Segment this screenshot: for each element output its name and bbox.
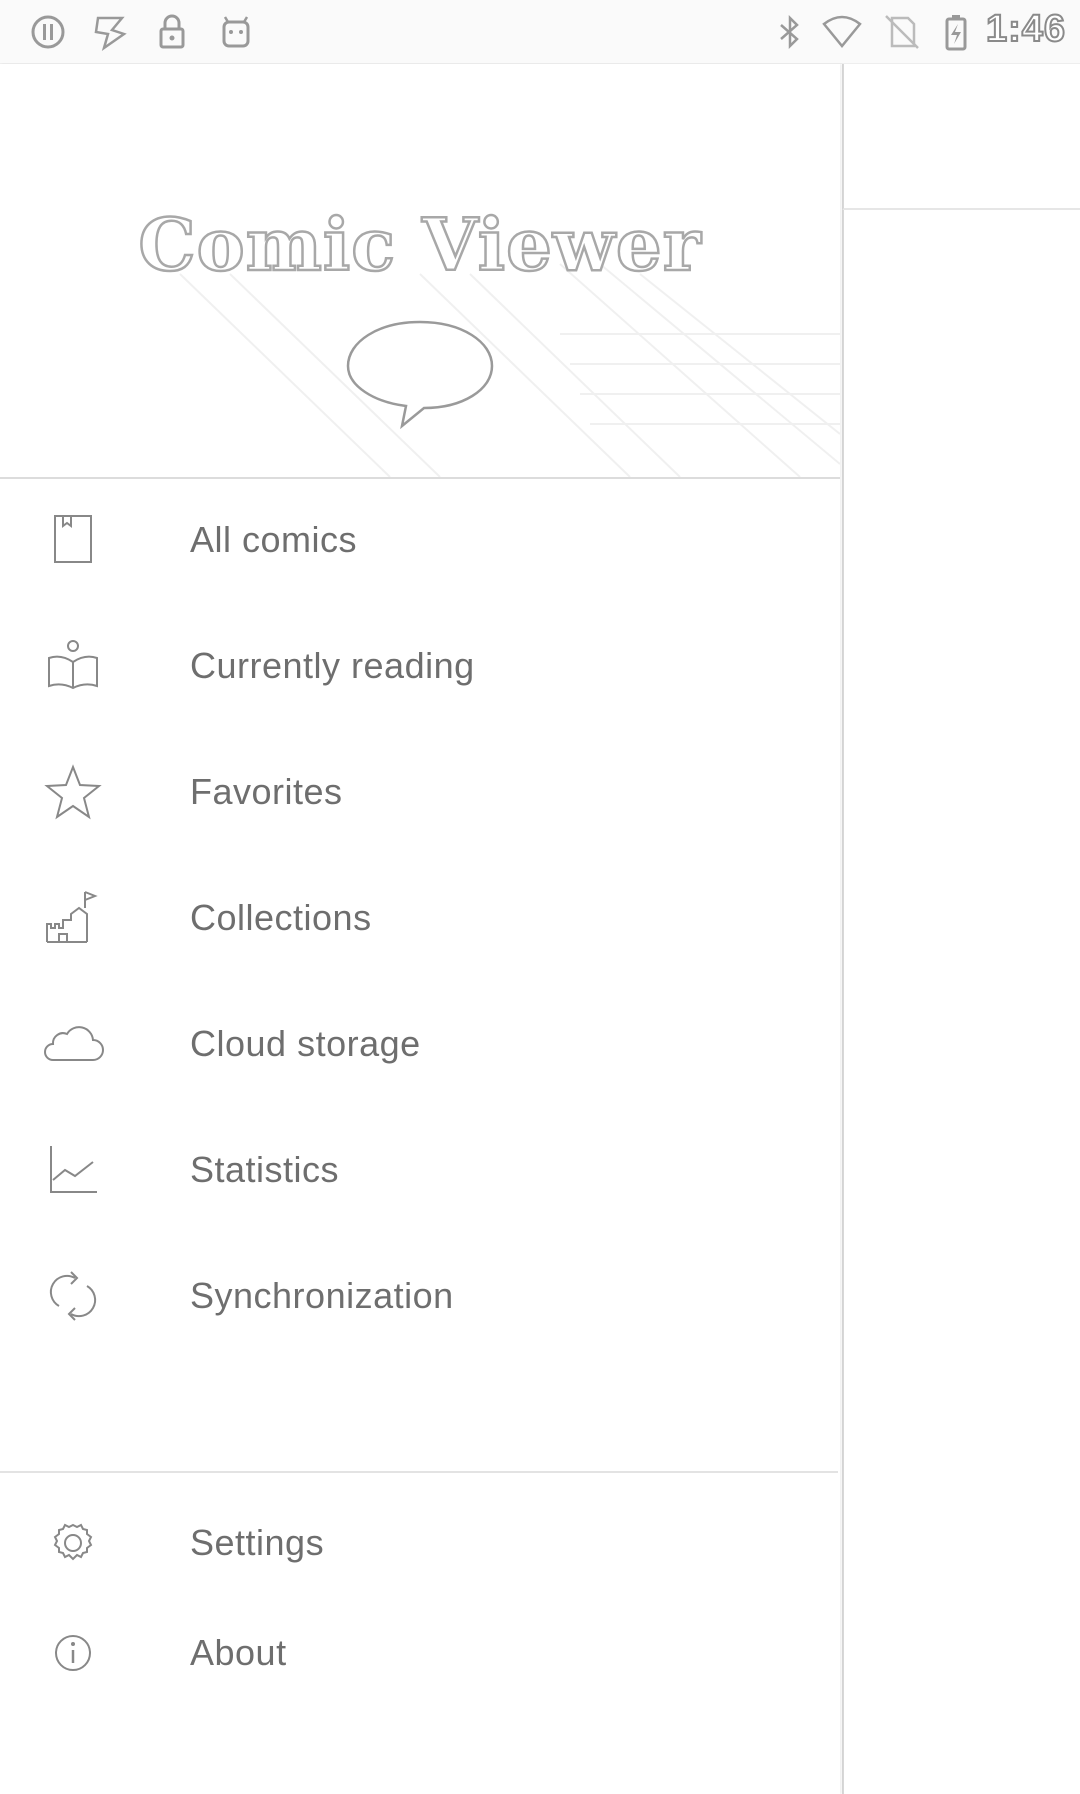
nav-item-label: About (190, 1632, 287, 1673)
nav-item-currently-reading[interactable]: Currently reading (0, 603, 840, 729)
wifi-icon (820, 10, 864, 54)
reading-icon (40, 636, 106, 696)
navigation-drawer: Comic Viewer All comics Currently readin… (0, 64, 840, 1794)
nav-item-synchronization[interactable]: Synchronization (0, 1233, 840, 1359)
app-title: Comic Viewer (137, 201, 702, 289)
gear-icon (40, 1513, 106, 1573)
speech-bubble-icon (346, 320, 494, 429)
chart-icon (40, 1140, 106, 1200)
nav-item-about[interactable]: About (0, 1590, 840, 1716)
status-bar: 1:46 (0, 0, 1080, 64)
nav-item-label: Synchronization (190, 1275, 454, 1316)
android-icon (214, 10, 258, 54)
nav-item-statistics[interactable]: Statistics (0, 1107, 840, 1233)
nav-item-cloud-storage[interactable]: Cloud storage (0, 981, 840, 1107)
nav-item-settings[interactable]: Settings (0, 1480, 840, 1606)
app-toolbar (842, 64, 1080, 210)
castle-icon (40, 888, 106, 948)
battery-charging-icon (934, 10, 978, 54)
star-icon (40, 762, 106, 822)
nav-item-favorites[interactable]: Favorites (0, 729, 840, 855)
nav-item-label: All comics (190, 519, 358, 560)
drawer-header: Comic Viewer (0, 64, 840, 479)
status-time: 1:46 (985, 7, 1067, 51)
nav-item-label: Collections (190, 897, 372, 938)
cloud-icon (40, 1014, 106, 1074)
nav-item-collections[interactable]: Collections (0, 855, 840, 981)
book-icon (40, 510, 106, 570)
sync-icon (40, 1266, 106, 1326)
pokemon-go-icon (88, 10, 132, 54)
bluetooth-icon (768, 10, 812, 54)
nav-item-label: Currently reading (190, 645, 475, 686)
nav-item-label: Favorites (190, 771, 343, 812)
nav-item-all-comics[interactable]: All comics (0, 477, 840, 603)
nav-item-label: Statistics (190, 1149, 340, 1190)
app-content (842, 210, 1080, 1794)
nav-item-label: Cloud storage (190, 1023, 421, 1064)
info-icon (40, 1623, 106, 1683)
nav-item-label: Settings (190, 1522, 325, 1563)
no-sim-icon (880, 10, 924, 54)
nav-divider (0, 1471, 838, 1473)
lock-icon (150, 10, 194, 54)
circle-signal-icon (26, 10, 70, 54)
